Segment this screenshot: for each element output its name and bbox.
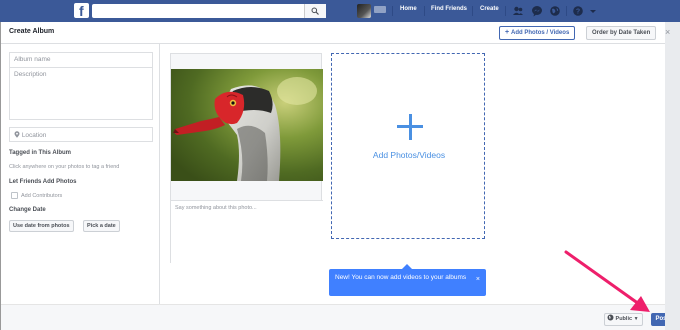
add-photos-videos-text: Add Photos/Videos xyxy=(372,150,446,160)
nav-divider xyxy=(566,6,567,16)
messenger-icon[interactable] xyxy=(531,5,543,17)
friend-requests-icon[interactable] xyxy=(512,5,524,17)
add-plus-icon xyxy=(397,114,423,140)
profile-name[interactable] xyxy=(374,6,386,13)
nav-divider xyxy=(424,6,425,16)
pick-a-date-button[interactable]: Pick a date xyxy=(83,220,120,232)
nav-find-friends-link[interactable]: Find Friends xyxy=(431,6,467,12)
profile-avatar[interactable] xyxy=(357,4,371,18)
globe-icon xyxy=(607,314,614,321)
photo-caption-field[interactable]: Say something about this photo... xyxy=(171,200,323,264)
privacy-selector[interactable]: Public ▼ xyxy=(604,313,643,326)
nav-home-link[interactable]: Home xyxy=(400,6,417,12)
nav-divider xyxy=(505,6,506,16)
album-name-field[interactable]: Album name xyxy=(9,52,153,68)
facebook-logo[interactable]: f xyxy=(74,3,89,19)
add-photos-videos-dropzone[interactable]: Add Photos/Videos xyxy=(331,53,485,239)
location-placeholder: Location xyxy=(21,132,47,139)
search-input[interactable] xyxy=(92,4,326,18)
tooltip-close-icon[interactable]: × xyxy=(476,276,480,284)
order-by-date-button[interactable]: Order by Date Taken xyxy=(586,26,657,40)
search-icon xyxy=(311,7,319,15)
album-location-field[interactable]: Location xyxy=(9,127,153,142)
chevron-down-icon: ▼ xyxy=(633,316,639,322)
add-photos-videos-label: Add Photos / Videos xyxy=(511,30,570,36)
globe-notifications-icon[interactable] xyxy=(549,5,561,17)
search-button[interactable] xyxy=(304,4,326,18)
privacy-label: Public xyxy=(615,316,633,322)
muscovy-duck-image xyxy=(171,69,323,181)
duck-photo[interactable] xyxy=(171,69,323,181)
nav-divider xyxy=(472,6,473,16)
change-date-heading: Change Date xyxy=(9,207,46,213)
photo-card[interactable]: Say something about this photo... xyxy=(170,53,323,264)
dialog-footer: Public ▼ Post xyxy=(1,304,673,330)
help-icon[interactable]: ? xyxy=(572,5,584,17)
add-contributors-label[interactable]: Add Contributors xyxy=(21,193,62,199)
dialog-header: Create Album + Add Photos / Videos Order… xyxy=(1,22,666,44)
tagged-heading: Tagged in This Album xyxy=(9,150,71,156)
close-icon[interactable]: × xyxy=(665,27,670,37)
create-album-dialog: Create Album + Add Photos / Videos Order… xyxy=(0,22,673,330)
nav-divider xyxy=(392,6,393,16)
location-pin-icon xyxy=(14,131,20,138)
use-date-from-photos-button[interactable]: Use date from photos xyxy=(9,220,74,232)
tagged-hint: Click anywhere on your photos to tag a f… xyxy=(9,164,120,170)
new-video-tooltip: New! You can now add videos to your albu… xyxy=(329,264,486,296)
add-contributors-checkbox[interactable] xyxy=(11,192,18,199)
top-navigation-bar: f Home Find Friends Create ? xyxy=(0,0,680,22)
svg-text:?: ? xyxy=(576,9,580,16)
page-background-strip xyxy=(665,22,680,330)
album-description-field[interactable]: Description xyxy=(9,67,153,120)
dialog-title: Create Album xyxy=(9,28,55,35)
tooltip-text: New! You can now add videos to your albu… xyxy=(335,274,467,281)
chevron-down-icon[interactable] xyxy=(589,5,597,17)
facebook-logo-letter: f xyxy=(79,3,84,19)
let-friends-heading: Let Friends Add Photos xyxy=(9,179,77,185)
nav-create-link[interactable]: Create xyxy=(480,6,499,12)
album-details-panel: Album name Description Location Tagged i… xyxy=(1,44,160,322)
add-photos-videos-button[interactable]: + Add Photos / Videos xyxy=(499,26,576,40)
album-photos-area: Say something about this photo... Add Ph… xyxy=(161,44,666,322)
